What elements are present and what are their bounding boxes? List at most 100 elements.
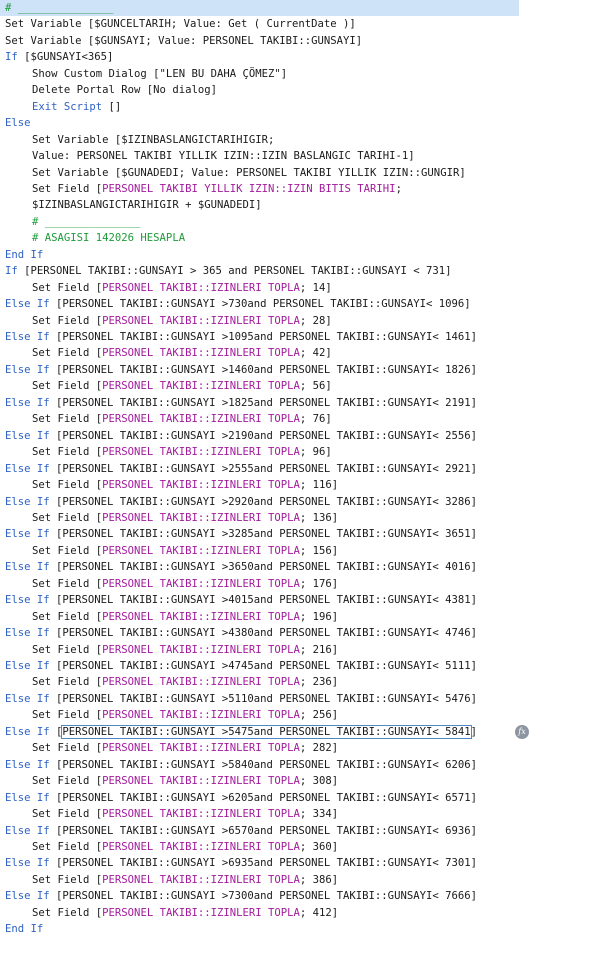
script-step[interactable]: Else If [PERSONEL TAKIBI::GUNSAYI >3650a… [0,559,477,575]
step-text: Set Field [ [32,577,103,590]
step-text: ] [470,725,478,738]
step-text: Set Field [ [32,446,103,459]
script-step[interactable]: Else If [PERSONEL TAKIBI::GUNSAYI >1460a… [0,362,477,378]
step-text: ; 42] [299,347,332,360]
script-step[interactable]: Set Field [PERSONEL TAKIBI::IZINLERI TOP… [0,477,338,493]
script-step[interactable]: Set Field [PERSONEL TAKIBI::IZINLERI TOP… [0,378,332,394]
script-step[interactable]: Set Variable [$IZINBASLANGICTARIHIGIR; [0,132,274,148]
step-text: [PERSONEL TAKIBI::GUNSAYI >1095and PERSO… [56,331,477,343]
script-step[interactable]: Set Field [PERSONEL TAKIBI::IZINLERI TOP… [0,839,338,855]
script-step[interactable]: Set Field [PERSONEL TAKIBI::IZINLERI TOP… [0,576,338,592]
script-step[interactable]: Set Variable [$GUNADEDI; Value: PERSONEL… [0,165,466,181]
field-reference: PERSONEL TAKIBI::IZINLERI TOPLA [102,709,300,722]
calculation-field[interactable]: PERSONEL TAKIBI::GUNSAYI >5475and PERSON… [61,724,472,739]
step-text: [$GUNSAYI<365] [24,51,114,64]
script-step[interactable]: Else If [PERSONEL TAKIBI::GUNSAYI >1825a… [0,395,477,411]
step-text: ; 14] [299,281,332,294]
script-step[interactable]: Else If [PERSONEL TAKIBI::GUNSAYI >2190a… [0,428,477,444]
script-step[interactable]: Value: PERSONEL TAKIBI YILLIK IZIN::IZIN… [0,148,415,164]
script-step[interactable]: Set Field [PERSONEL TAKIBI::IZINLERI TOP… [0,609,338,625]
step-keyword: Else If [5,462,57,475]
script-step[interactable]: Set Field [PERSONEL TAKIBI::IZINLERI TOP… [0,674,338,690]
script-step[interactable]: # _______________ [0,0,519,16]
script-step[interactable]: Set Variable [$GUNCELTARIH; Value: Get (… [0,16,356,32]
step-text: Delete Portal Row [No dialog] [32,84,217,97]
script-step[interactable]: Else If [PERSONEL TAKIBI::GUNSAYI >2920a… [0,494,477,510]
step-text: [PERSONEL TAKIBI::GUNSAYI >6205and PERSO… [56,791,477,804]
script-step[interactable]: Show Custom Dialog ["LEN BU DAHA ÇÖMEZ"] [0,66,287,82]
script-step[interactable]: Else If [PERSONEL TAKIBI::GUNSAYI >4745a… [0,658,477,674]
script-step[interactable]: Set Field [PERSONEL TAKIBI::IZINLERI TOP… [0,510,338,526]
script-step[interactable]: Set Field [PERSONEL TAKIBI::IZINLERI TOP… [0,543,338,559]
script-step[interactable]: Set Field [PERSONEL TAKIBI::IZINLERI TOP… [0,345,332,361]
step-text: Set Field [ [32,676,103,689]
script-step[interactable]: Else [0,115,31,131]
fx-calculation-icon[interactable]: fx [515,724,529,739]
script-step[interactable]: Set Field [PERSONEL TAKIBI::IZINLERI TOP… [0,707,338,723]
script-step[interactable]: Delete Portal Row [No dialog] [0,82,217,98]
field-reference: PERSONEL TAKIBI::IZINLERI TOPLA [102,676,300,689]
script-step[interactable]: Set Field [PERSONEL TAKIBI YILLIK IZIN::… [0,181,402,197]
step-keyword: If [5,51,25,64]
step-text: ; 334] [299,808,339,821]
script-step[interactable]: Set Field [PERSONEL TAKIBI::IZINLERI TOP… [0,806,338,822]
step-keyword: Exit Script [32,100,109,113]
script-step[interactable]: End If [0,247,43,263]
script-step[interactable]: Set Field [PERSONEL TAKIBI::IZINLERI TOP… [0,773,338,789]
script-step[interactable]: Else If [PERSONEL TAKIBI::GUNSAYI >6935a… [0,855,477,871]
script-step[interactable]: $IZINBASLANGICTARIHIGIR + $GUNADEDI] [0,197,262,213]
script-step[interactable]: Else If [PERSONEL TAKIBI::GUNSAYI >5110a… [0,691,477,707]
step-keyword: Else If [5,758,57,771]
step-text: Set Field [ [32,413,103,426]
step-text: Show Custom Dialog ["LEN BU DAHA ÇÖMEZ"] [32,67,288,80]
step-text: Set Field [ [32,182,103,195]
step-keyword: Else If [5,363,57,376]
step-keyword: If [5,265,25,278]
step-keyword: End If [5,248,44,261]
script-step[interactable]: If [$GUNSAYI<365] [0,49,113,65]
script-step[interactable]: Set Field [PERSONEL TAKIBI::IZINLERI TOP… [0,905,338,921]
script-step[interactable]: Else If [PERSONEL TAKIBI::GUNSAYI >730an… [0,296,471,312]
script-step[interactable]: # ASAGISI 142026 HESAPLA [0,230,185,246]
step-text: ; 176] [299,577,339,590]
script-step[interactable]: Set Field [PERSONEL TAKIBI::IZINLERI TOP… [0,280,332,296]
script-step[interactable]: Else If [PERSONEL TAKIBI::GUNSAYI >6205a… [0,790,477,806]
step-text: Set Field [ [32,643,103,656]
step-text: [PERSONEL TAKIBI::GUNSAYI >5840and PERSO… [56,758,477,771]
field-reference: PERSONEL TAKIBI::IZINLERI TOPLA [102,577,300,590]
script-step[interactable]: Else If [PERSONEL TAKIBI::GUNSAYI >2555a… [0,461,477,477]
script-step[interactable]: Else If [PERSONEL TAKIBI::GUNSAYI >1095a… [0,329,477,345]
field-reference: PERSONEL TAKIBI::IZINLERI TOPLA [102,873,300,886]
script-step[interactable]: Else If [PERSONEL TAKIBI::GUNSAYI >3285a… [0,526,477,542]
script-step[interactable]: Set Field [PERSONEL TAKIBI::IZINLERI TOP… [0,740,338,756]
script-step[interactable]: Set Field [PERSONEL TAKIBI::IZINLERI TOP… [0,642,338,658]
step-text: Set Field [ [32,544,103,557]
step-text: [PERSONEL TAKIBI::GUNSAYI >3285and PERSO… [56,528,477,541]
step-keyword: Else If [5,692,57,705]
step-text: ; 308] [299,775,339,788]
step-text: ; 96] [299,446,332,459]
script-step[interactable]: Else If [PERSONEL TAKIBI::GUNSAYI >7300a… [0,888,477,904]
script-step[interactable]: If [PERSONEL TAKIBI::GUNSAYI > 365 and P… [0,263,451,279]
script-step[interactable]: Else If [PERSONEL TAKIBI::GUNSAYI >4015a… [0,592,477,608]
script-step[interactable]: Exit Script [] [0,99,121,115]
script-step[interactable]: Set Field [PERSONEL TAKIBI::IZINLERI TOP… [0,444,332,460]
script-step[interactable]: Else If [PERSONEL TAKIBI::GUNSAYI >5475a… [0,724,477,740]
script-step[interactable]: Else If [PERSONEL TAKIBI::GUNSAYI >5840a… [0,757,477,773]
script-step[interactable]: Set Field [PERSONEL TAKIBI::IZINLERI TOP… [0,411,332,427]
step-text: Set Field [ [32,709,103,722]
script-step[interactable]: Set Variable [$GUNSAYI; Value: PERSONEL … [0,33,362,49]
step-text: [PERSONEL TAKIBI::GUNSAYI >2920and PERSO… [56,495,477,508]
script-step[interactable]: Set Field [PERSONEL TAKIBI::IZINLERI TOP… [0,313,332,329]
script-step[interactable]: Set Field [PERSONEL TAKIBI::IZINLERI TOP… [0,872,338,888]
step-text: [PERSONEL TAKIBI::GUNSAYI >2555and PERSO… [56,462,477,475]
step-keyword: Else If [5,298,57,311]
step-keyword: Else If [5,725,57,738]
script-step[interactable]: # _______________ [0,214,140,230]
script-step[interactable]: Else If [PERSONEL TAKIBI::GUNSAYI >4380a… [0,625,477,641]
field-reference: PERSONEL TAKIBI::IZINLERI TOPLA [102,511,300,524]
step-text: ; 412] [299,906,339,919]
script-step[interactable]: Else If [PERSONEL TAKIBI::GUNSAYI >6570a… [0,823,477,839]
script-step[interactable]: End If [0,921,43,937]
script-editor[interactable]: # _______________ Set Variable [$GUNCELTA… [0,0,600,978]
